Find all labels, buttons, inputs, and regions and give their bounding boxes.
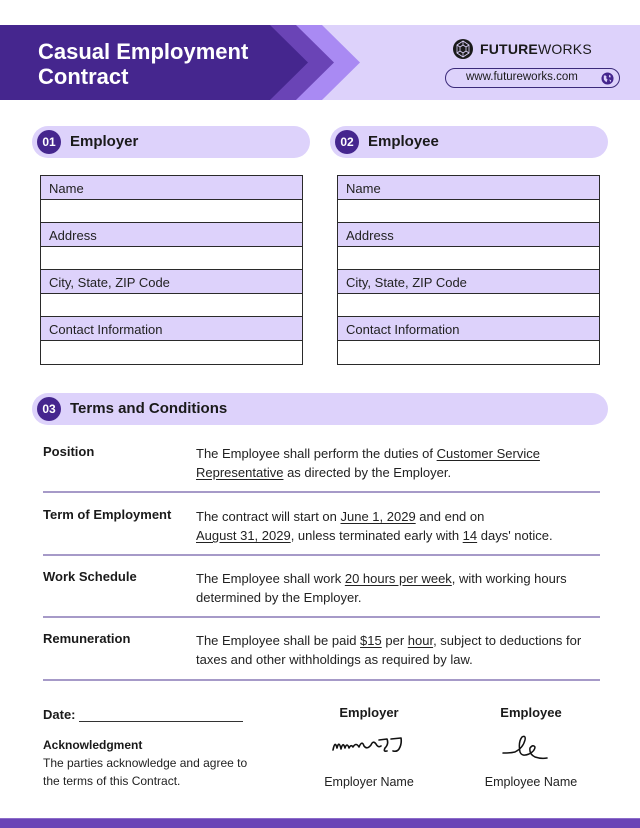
footer-bar — [0, 818, 640, 828]
field-label-city-state-zip: City, State, ZIP Code — [41, 270, 302, 294]
employer-signature-icon[interactable] — [329, 732, 409, 760]
notice-days-value: 14 — [462, 528, 478, 543]
term-value: The Employee shall work 20 hours per wee… — [196, 571, 567, 605]
acknowledgment-title: Acknowledgment — [43, 738, 143, 752]
employer-signature-block: Employer Employer Name — [294, 705, 444, 789]
end-date-value: August 31, 2029 — [196, 528, 291, 543]
employer-address-input[interactable] — [41, 246, 302, 270]
date-label: Date: — [43, 707, 76, 722]
acknowledgment-text: The parties acknowledge and agree to the… — [43, 756, 248, 788]
signature-name: Employee Name — [484, 775, 578, 789]
employer-contact-input[interactable] — [41, 340, 302, 364]
field-label-name: Name — [41, 176, 302, 200]
brand-logo: FUTUREWORKS — [452, 38, 592, 60]
term-label: Remuneration — [43, 631, 131, 646]
employer-name-input[interactable] — [41, 199, 302, 223]
divider — [43, 679, 600, 681]
employee-info-table: Name Address City, State, ZIP Code Conta… — [337, 175, 600, 365]
title-line-2: Contract — [38, 64, 129, 89]
signature-name: Employer Name — [324, 775, 414, 789]
employee-city-state-zip-input[interactable] — [338, 293, 599, 317]
geodesic-sphere-icon — [453, 39, 473, 59]
pay-rate-value: $15 — [360, 633, 382, 648]
pay-unit-value: hour — [407, 633, 434, 648]
term-label: Work Schedule — [43, 569, 137, 584]
section-title: Employer — [70, 133, 139, 150]
website-link[interactable]: www.futureworks.com — [445, 68, 620, 88]
field-label-address: Address — [41, 223, 302, 247]
field-label-name: Name — [338, 176, 599, 200]
brand-name: FUTUREWORKS — [480, 41, 592, 57]
term-value: The contract will start on June 1, 2029 … — [196, 509, 553, 543]
employee-signature-icon[interactable] — [491, 732, 571, 764]
field-label-contact: Contact Information — [338, 317, 599, 341]
employee-contact-input[interactable] — [338, 340, 599, 364]
document-title: Casual Employment Contract — [38, 39, 248, 89]
divider — [43, 491, 600, 493]
section-title: Terms and Conditions — [70, 400, 228, 417]
term-label: Term of Employment — [43, 507, 172, 522]
section-title: Employee — [368, 133, 439, 150]
field-label-city-state-zip: City, State, ZIP Code — [338, 270, 599, 294]
section-number-badge: 02 — [335, 130, 359, 154]
globe-icon — [601, 71, 614, 85]
section-header-employer: 01 Employer — [32, 126, 310, 158]
signature-heading: Employer — [339, 705, 399, 720]
divider — [43, 554, 600, 556]
term-value: The Employee shall be paid $15 per hour,… — [196, 633, 582, 667]
employer-info-table: Name Address City, State, ZIP Code Conta… — [40, 175, 303, 365]
date-input-line[interactable] — [79, 721, 243, 722]
header-banner: Casual Employment Contract FUTUREWORKS w… — [0, 25, 640, 100]
employee-address-input[interactable] — [338, 246, 599, 270]
term-label: Position — [43, 444, 95, 459]
website-url[interactable]: www.futureworks.com — [466, 71, 578, 83]
section-header-terms: 03 Terms and Conditions — [32, 393, 608, 425]
title-line-1: Casual Employment — [38, 39, 249, 64]
term-value: The Employee shall perform the duties of… — [196, 446, 540, 480]
section-number-badge: 03 — [37, 397, 61, 421]
section-number-badge: 01 — [37, 130, 61, 154]
divider — [43, 616, 600, 618]
section-header-employee: 02 Employee — [330, 126, 608, 158]
hours-value: 20 hours per week — [344, 571, 452, 586]
signature-heading: Employee — [500, 705, 562, 720]
employee-name-input[interactable] — [338, 199, 599, 223]
field-label-contact: Contact Information — [41, 317, 302, 341]
field-label-address: Address — [338, 223, 599, 247]
employer-city-state-zip-input[interactable] — [41, 293, 302, 317]
employee-signature-block: Employee Employee Name — [456, 705, 606, 789]
start-date-value: June 1, 2029 — [340, 509, 416, 524]
